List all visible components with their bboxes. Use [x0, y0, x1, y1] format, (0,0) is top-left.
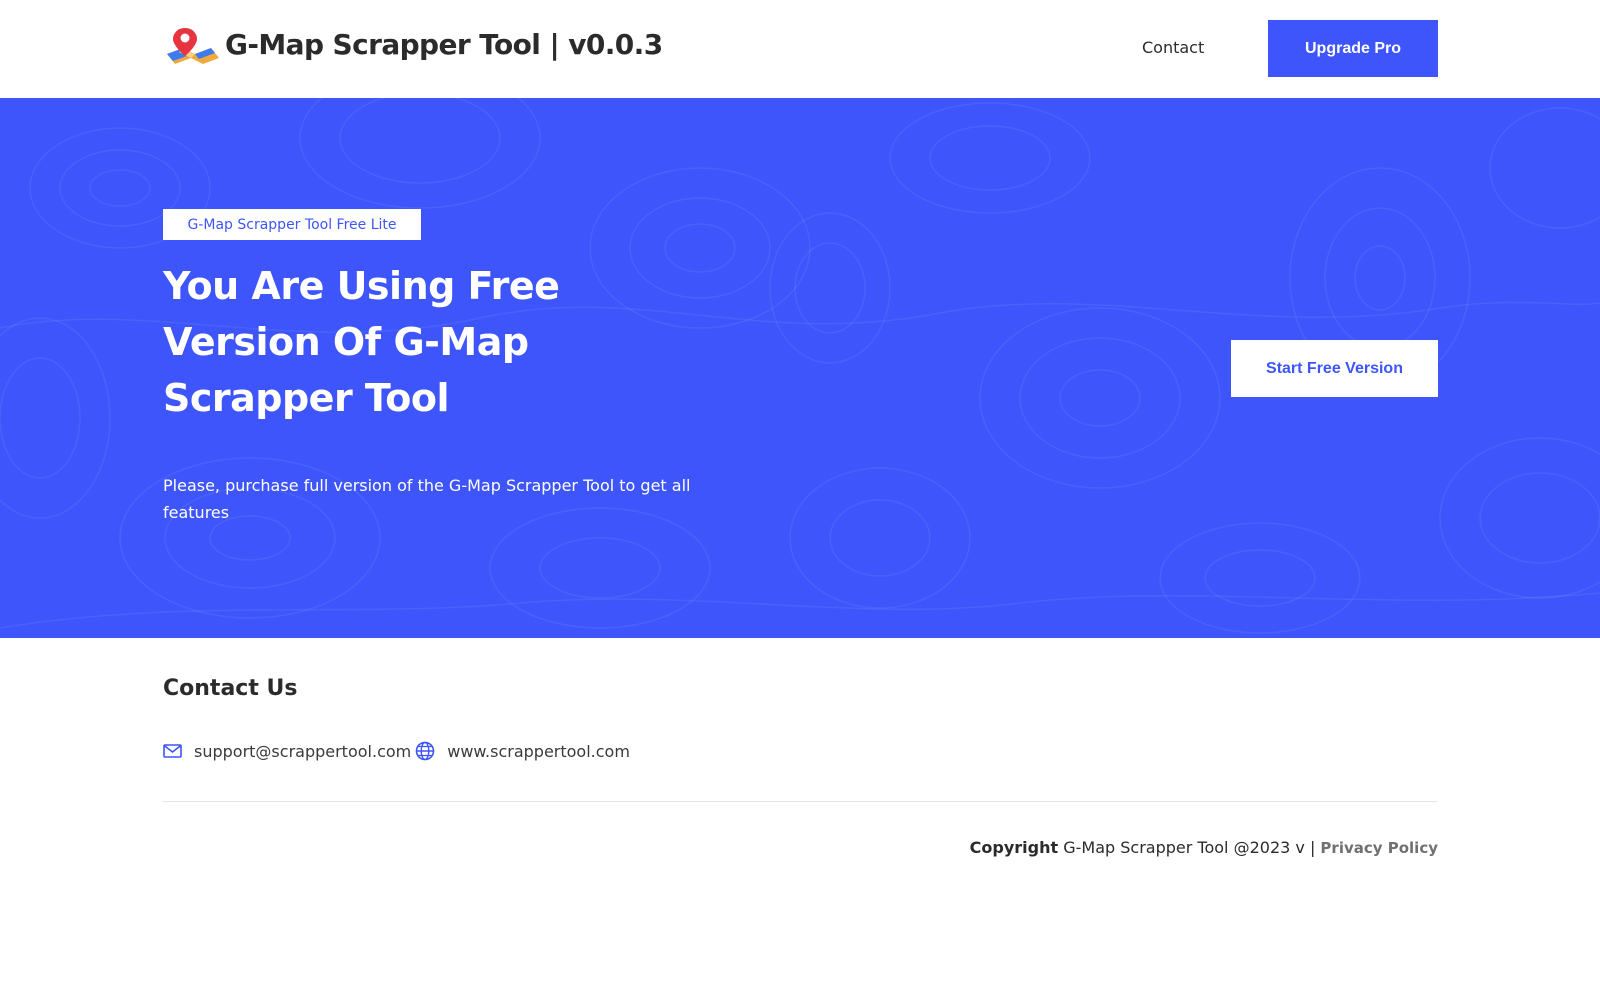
- hero-banner: G-Map Scrapper Tool Free Lite You Are Us…: [0, 98, 1600, 638]
- hero-description: Please, purchase full version of the G-M…: [163, 476, 691, 522]
- map-pin-logo-icon[interactable]: [165, 24, 221, 68]
- hero-title: You Are Using Free Version Of G-Map Scra…: [163, 264, 560, 420]
- app-title: G-Map Scrapper Tool | v0.0.3: [225, 28, 663, 61]
- start-free-version-button[interactable]: Start Free Version: [1231, 340, 1438, 397]
- privacy-policy-link[interactable]: Privacy Policy: [1320, 839, 1438, 857]
- copyright-label: Copyright: [969, 838, 1059, 857]
- footer-divider: [163, 801, 1438, 802]
- mail-icon: [163, 744, 182, 758]
- footer-copyright: Copyright G-Map Scrapper Tool @2023 v | …: [970, 838, 1438, 857]
- upgrade-pro-button[interactable]: Upgrade Pro: [1268, 20, 1438, 77]
- contact-heading: Contact Us: [163, 676, 298, 701]
- copyright-text: G-Map Scrapper Tool @2023 v |: [1058, 838, 1321, 857]
- top-header: G-Map Scrapper Tool | v0.0.3 Contact Upg…: [0, 0, 1600, 98]
- contact-website[interactable]: www.scrappertool.com: [447, 742, 630, 761]
- contact-info-row: support@scrappertool.com www.scrappertoo…: [163, 738, 630, 764]
- contact-email[interactable]: support@scrappertool.com: [194, 742, 411, 761]
- edition-badge: G-Map Scrapper Tool Free Lite: [163, 209, 421, 240]
- nav-contact-link[interactable]: Contact: [1142, 38, 1204, 57]
- globe-icon: [415, 741, 435, 761]
